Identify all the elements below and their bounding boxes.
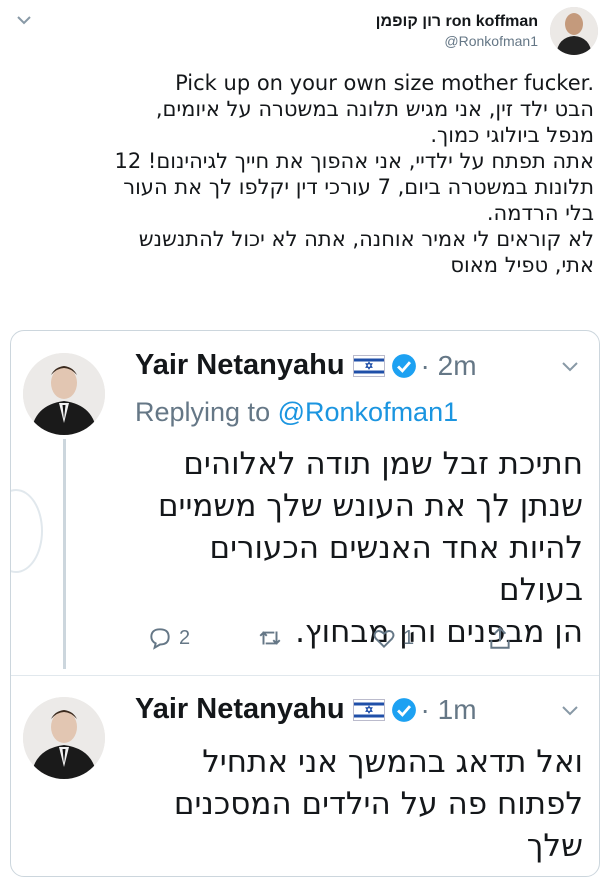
tweet-text: Pick up on your own size mother fucker. … — [14, 70, 595, 278]
israel-flag-icon — [352, 698, 385, 721]
chevron-down-icon[interactable] — [561, 361, 579, 373]
author-display-name[interactable]: רון קופמן ron koffman — [376, 13, 538, 31]
tweet-line: Pick up on your own size mother fucker. — [175, 71, 594, 95]
retweet-button[interactable] — [257, 625, 289, 651]
tweet-line: מנפל ביולוגי כמוך. — [430, 123, 594, 147]
like-button[interactable]: 1 — [371, 625, 414, 651]
tweet-line: אתה תפתח על ילדיי, אני אהפוך את חייך לגי… — [114, 149, 595, 173]
reply-line: ואל תדאג בהמשך אני אתחיל — [202, 744, 583, 780]
chevron-down-icon[interactable] — [561, 705, 579, 717]
reply-timestamp[interactable]: · 2m — [421, 350, 477, 382]
reply-line: חתיכת זבל שמן תודה לאלוהים — [183, 446, 583, 482]
verified-badge-icon — [391, 353, 416, 378]
replying-prefix: Replying to — [135, 397, 271, 427]
tweet-actions: 2 1 — [147, 625, 527, 655]
reply-header: Yair Netanyahu · 2m — [135, 349, 477, 382]
reply-button[interactable]: 2 — [147, 625, 190, 651]
reply-line: שנתן לך את העונש שלך משמיים — [157, 488, 583, 524]
verified-badge-icon — [391, 697, 416, 722]
tweet-line: לא קוראים לי אמיר אוחנה, אתה לא יכול להת… — [138, 227, 594, 251]
share-icon — [490, 626, 510, 649]
replying-to: Replying to @Ronkofman1 — [135, 397, 458, 428]
reply-line: להיות אחד האנשים הכעורים בעולם — [209, 530, 583, 608]
reply-timestamp[interactable]: · 1m — [421, 694, 477, 726]
tweet-line: הבט ילד זין, אני מגיש תלונה במשטרה על אי… — [155, 97, 594, 121]
like-count: 1 — [403, 626, 415, 649]
reply-author-name[interactable]: Yair Netanyahu — [135, 349, 345, 382]
thread-line — [63, 439, 66, 669]
israel-flag-icon — [352, 354, 385, 377]
embedded-screenshot: Yair Netanyahu · 2m Replying to @Ronkofm… — [10, 330, 600, 877]
tweet-line: אתי, טפיל מאוס — [450, 253, 594, 277]
reply-count: 2 — [179, 626, 191, 649]
avatar[interactable] — [23, 353, 105, 435]
reply-line: לפתוח פה על הילדים המסכנים — [173, 786, 583, 822]
tweet-line: תלונות במשטרה ביום, 7 עורכי דין יקלפו לך… — [123, 175, 594, 199]
reply-body: ואל תדאג בהמשך אני אתחיל לפתוח פה על היל… — [135, 741, 583, 867]
reply-header: Yair Netanyahu · 1m — [135, 693, 477, 726]
reply-line: שלך — [526, 828, 583, 864]
divider — [11, 675, 599, 676]
tweet-header: רון קופמן ron koffman @Ronkofman1 — [0, 0, 608, 62]
author-handle[interactable]: @Ronkofman1 — [376, 33, 538, 49]
avatar[interactable] — [23, 697, 105, 779]
reply-author-name[interactable]: Yair Netanyahu — [135, 693, 345, 726]
tweet-line: בלי הרדמה. — [486, 201, 594, 225]
reply-body: חתיכת זבל שמן תודה לאלוהים שנתן לך את הע… — [135, 443, 583, 653]
retweet-icon — [259, 631, 281, 645]
reply-icon — [150, 628, 170, 650]
author-info[interactable]: רון קופמן ron koffman @Ronkofman1 — [376, 13, 538, 49]
avatar[interactable] — [550, 7, 598, 55]
share-button[interactable] — [487, 625, 513, 651]
thread-arc — [11, 489, 43, 573]
like-icon — [373, 630, 395, 649]
chevron-down-icon[interactable] — [16, 14, 32, 26]
replying-to-mention[interactable]: @Ronkofman1 — [278, 397, 459, 427]
